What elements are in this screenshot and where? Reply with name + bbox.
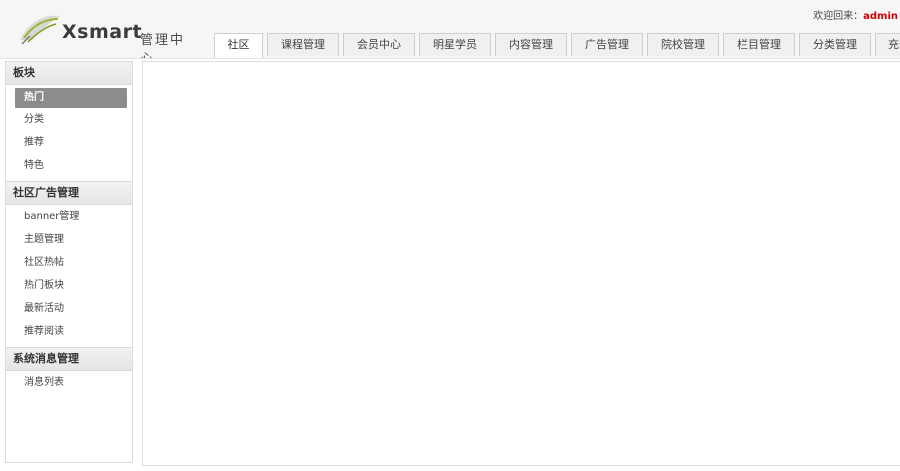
tab-recharge[interactable]: 充值: [875, 33, 900, 56]
tab-column-management[interactable]: 栏目管理: [723, 33, 795, 56]
sidebar-section-items: 热门 分类 推荐 特色: [6, 88, 132, 181]
feather-logo-icon: [20, 15, 60, 45]
tab-course-management[interactable]: 课程管理: [267, 33, 339, 56]
sidebar-item-topics[interactable]: 主题管理: [6, 228, 132, 251]
sidebar-item-category[interactable]: 分类: [6, 108, 132, 131]
tab-community[interactable]: 社区: [214, 33, 263, 58]
sidebar-item-featured[interactable]: 特色: [6, 154, 132, 177]
tab-school-management[interactable]: 院校管理: [647, 33, 719, 56]
welcome-text: 欢迎回来：admin: [813, 7, 898, 22]
sidebar-item-latest-events[interactable]: 最新活动: [6, 297, 132, 320]
sidebar-section-header: 系统消息管理: [6, 347, 132, 371]
sidebar-section-items: 消息列表: [6, 371, 132, 398]
tab-member-center[interactable]: 会员中心: [343, 33, 415, 56]
tab-category-management[interactable]: 分类管理: [799, 33, 871, 56]
main-content-area: [142, 61, 900, 466]
sidebar-item-hot-boards[interactable]: 热门板块: [6, 274, 132, 297]
sidebar-item-recommend[interactable]: 推荐: [6, 131, 132, 154]
sidebar-item-recommended-reading[interactable]: 推荐阅读: [6, 320, 132, 343]
welcome-prefix: 欢迎回来：: [813, 11, 864, 22]
sidebar-item-banner[interactable]: banner管理: [6, 205, 132, 228]
tab-star-students[interactable]: 明星学员: [419, 33, 491, 56]
tab-content-management[interactable]: 内容管理: [495, 33, 567, 56]
sidebar-item-hot-posts[interactable]: 社区热帖: [6, 251, 132, 274]
sidebar-item-hot[interactable]: 热门: [15, 88, 127, 108]
sidebar-section-items: banner管理 主题管理 社区热帖 热门板块 最新活动 推荐阅读: [6, 205, 132, 347]
username-link[interactable]: admin: [863, 11, 898, 22]
sidebar-item-message-list[interactable]: 消息列表: [6, 371, 132, 394]
sidebar: 板块 热门 分类 推荐 特色 社区广告管理 banner管理 主题管理 社区热帖…: [5, 61, 133, 463]
logo[interactable]: Xsmart 管理中心: [18, 8, 198, 58]
top-header: Xsmart 管理中心 欢迎回来：admin 社区 课程管理 会员中心 明星学员…: [0, 0, 900, 59]
sidebar-section-header: 板块: [6, 62, 132, 85]
tab-ad-management[interactable]: 广告管理: [571, 33, 643, 56]
logo-text: Xsmart: [62, 21, 143, 43]
sidebar-section-header: 社区广告管理: [6, 181, 132, 205]
logo-subtitle: 管理中心: [140, 33, 186, 58]
